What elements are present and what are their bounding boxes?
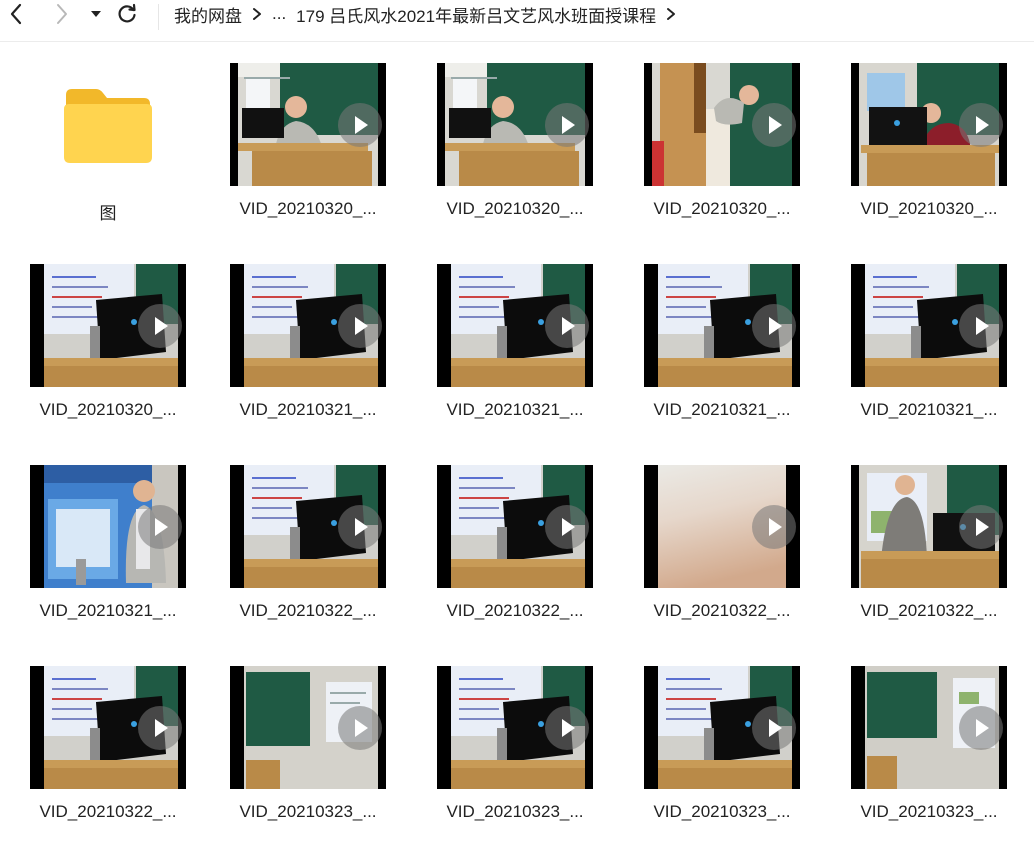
video-item[interactable]: VID_20210323_... [208,666,408,821]
play-icon [138,504,182,549]
video-file-name: VID_20210322_... [239,601,377,620]
video-thumbnail [30,465,186,588]
play-icon [545,303,589,348]
video-file-name: VID_20210320_... [860,199,998,218]
video-file-name: VID_20210322_... [446,601,584,620]
video-file-name: VID_20210321_... [653,400,791,419]
video-item[interactable]: VID_20210320_... [622,63,822,218]
video-file-name: VID_20210322_... [860,601,998,620]
play-icon [959,705,1003,750]
play-icon [138,303,182,348]
video-file-name: VID_20210321_... [860,400,998,419]
video-thumbnail [851,666,1007,789]
folder-item[interactable]: 图 [8,63,208,223]
video-file-name: VID_20210320_... [446,199,584,218]
video-item[interactable]: VID_20210321_... [208,264,408,419]
video-item[interactable]: VID_20210322_... [8,666,208,821]
video-item[interactable]: VID_20210320_... [8,264,208,419]
video-file-name: VID_20210322_... [653,601,791,620]
video-file-name: VID_20210320_... [239,199,377,218]
play-icon [545,102,589,147]
video-item[interactable]: VID_20210322_... [829,465,1029,620]
play-icon [959,303,1003,348]
play-icon [545,504,589,549]
video-file-name: VID_20210323_... [239,802,377,821]
video-file-name: VID_20210321_... [446,400,584,419]
play-icon [338,705,382,750]
folder-icon [62,85,154,165]
video-thumbnail [644,666,800,789]
video-item[interactable]: VID_20210323_... [415,666,615,821]
video-item[interactable]: VID_20210321_... [829,264,1029,419]
video-thumbnail [230,465,386,588]
video-thumbnail [851,465,1007,588]
play-icon [752,303,796,348]
video-item[interactable]: VID_20210323_... [829,666,1029,821]
video-item[interactable]: VID_20210321_... [622,264,822,419]
video-item[interactable]: VID_20210322_... [415,465,615,620]
video-file-name: VID_20210321_... [239,400,377,419]
video-file-name: VID_20210320_... [39,400,177,419]
video-thumbnail [437,63,593,186]
play-icon [752,504,796,549]
video-thumbnail [851,264,1007,387]
folder-name: 图 [99,204,117,223]
play-icon [959,504,1003,549]
video-item[interactable]: VID_20210321_... [8,465,208,620]
video-thumbnail [230,264,386,387]
play-icon [545,705,589,750]
video-thumbnail [644,465,800,588]
video-file-name: VID_20210323_... [860,802,998,821]
video-thumbnail [644,264,800,387]
video-item[interactable]: VID_20210320_... [208,63,408,218]
play-icon [752,705,796,750]
video-item[interactable]: VID_20210321_... [415,264,615,419]
video-thumbnail [30,264,186,387]
video-item[interactable]: VID_20210322_... [622,465,822,620]
video-file-name: VID_20210320_... [653,199,791,218]
video-thumbnail [437,264,593,387]
video-thumbnail [437,666,593,789]
video-item[interactable]: VID_20210320_... [415,63,615,218]
play-icon [138,705,182,750]
play-icon [338,102,382,147]
video-thumbnail [30,666,186,789]
video-thumbnail [230,666,386,789]
play-icon [752,102,796,147]
video-thumbnail [851,63,1007,186]
video-file-name: VID_20210321_... [39,601,177,620]
video-thumbnail [644,63,800,186]
video-file-name: VID_20210323_... [653,802,791,821]
play-icon [338,303,382,348]
video-thumbnail [437,465,593,588]
video-item[interactable]: VID_20210322_... [208,465,408,620]
video-item[interactable]: VID_20210320_... [829,63,1029,218]
video-thumbnail [230,63,386,186]
video-file-name: VID_20210322_... [39,802,177,821]
play-icon [959,102,1003,147]
video-item[interactable]: VID_20210323_... [622,666,822,821]
file-grid: 图 VID_20210320_... VID_20210320_... VID_… [0,0,1034,848]
play-icon [338,504,382,549]
video-file-name: VID_20210323_... [446,802,584,821]
